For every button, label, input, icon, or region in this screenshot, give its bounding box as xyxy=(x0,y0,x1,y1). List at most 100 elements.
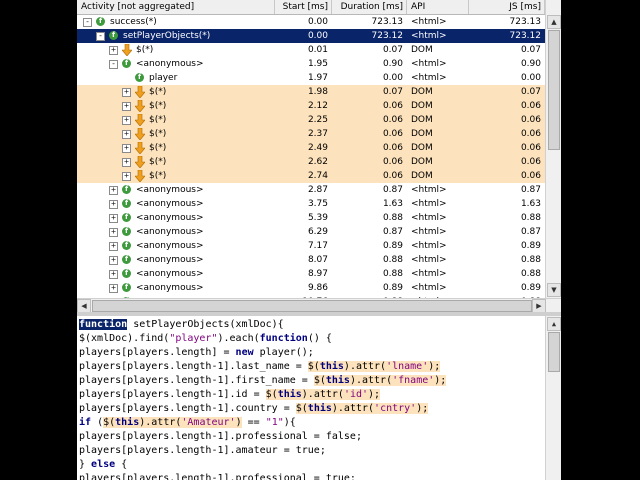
function-icon: f xyxy=(122,283,131,292)
profiler-window: Activity [not aggregated] Start [ms] Dur… xyxy=(77,0,561,480)
column-duration[interactable]: Duration [ms] xyxy=(332,0,407,14)
scroll-right-button[interactable]: ▶ xyxy=(532,299,546,313)
cell-api: DOM xyxy=(411,129,433,139)
cell-duration: 0.06 xyxy=(382,129,403,139)
tree-row[interactable]: + $(*) 2.25 0.06 DOM 0.06 xyxy=(77,113,545,127)
code-token: this xyxy=(277,389,302,400)
cell-js: 0.87 xyxy=(520,185,541,195)
column-js[interactable]: JS [ms] xyxy=(469,0,545,14)
expand-icon[interactable]: + xyxy=(109,270,118,279)
tree-row[interactable]: + f <anonymous> 2.87 0.87 <html> 0.87 xyxy=(77,183,545,197)
source-code-pane[interactable]: function setPlayerObjects(xmlDoc){$(xmlD… xyxy=(77,316,561,480)
activity-name: $(*) xyxy=(149,157,167,167)
tree-row[interactable]: f player 1.97 0.00 <html> 0.00 xyxy=(77,71,545,85)
scroll-down-button[interactable]: ▼ xyxy=(547,283,561,297)
expand-icon[interactable]: + xyxy=(109,228,118,237)
dom-arrow-icon xyxy=(135,142,145,154)
code-token: ); xyxy=(434,375,447,386)
tree-row[interactable]: + $(*) 2.37 0.06 DOM 0.06 xyxy=(77,127,545,141)
expand-icon[interactable]: + xyxy=(122,130,131,139)
cell-js: 0.88 xyxy=(520,255,541,265)
collapse-icon[interactable]: - xyxy=(96,32,105,41)
horizontal-scrollbar[interactable]: ◀ ▶ xyxy=(77,298,561,313)
horizontal-scroll-thumb[interactable] xyxy=(92,300,532,312)
tree-row[interactable]: - f <anonymous> 1.95 0.90 <html> 0.90 xyxy=(77,57,545,71)
function-icon: f xyxy=(122,255,131,264)
tree-row[interactable]: - f setPlayerObjects(*) 0.00 723.12 <html> 723… xyxy=(77,29,545,43)
collapse-icon[interactable]: - xyxy=(83,18,92,27)
cell-start: 0.00 xyxy=(307,31,328,41)
code-scroll-thumb[interactable] xyxy=(548,332,560,372)
tree-row[interactable]: + $(*) 2.74 0.06 DOM 0.06 xyxy=(77,169,545,183)
code-token: ); xyxy=(428,361,441,372)
cell-api: <html> xyxy=(411,283,447,293)
tree-row[interactable]: + f <anonymous> 3.75 1.63 <html> 1.63 xyxy=(77,197,545,211)
function-icon: f xyxy=(122,185,131,194)
expand-icon[interactable]: + xyxy=(122,102,131,111)
cell-start: 1.97 xyxy=(307,73,328,83)
expand-icon[interactable]: + xyxy=(122,172,131,181)
code-token: ).attr( xyxy=(331,403,375,414)
column-start[interactable]: Start [ms] xyxy=(275,0,332,14)
scroll-up-button[interactable]: ▲ xyxy=(547,15,561,29)
cell-duration: 0.87 xyxy=(382,185,403,195)
cell-duration: 0.88 xyxy=(382,213,403,223)
column-api[interactable]: API xyxy=(407,0,469,14)
tree-row[interactable]: + $(*) 2.62 0.06 DOM 0.06 xyxy=(77,155,545,169)
tree-row[interactable]: + f <anonymous> 5.39 0.88 <html> 0.88 xyxy=(77,211,545,225)
tree-row[interactable]: + $(*) 2.12 0.06 DOM 0.06 xyxy=(77,99,545,113)
tree-row[interactable]: + $(*) 0.01 0.07 DOM 0.07 xyxy=(77,43,545,57)
cell-js: 723.13 xyxy=(509,17,542,27)
function-icon: f xyxy=(122,269,131,278)
cell-duration: 0.07 xyxy=(382,45,403,55)
expand-icon[interactable]: + xyxy=(109,256,118,265)
tree-row[interactable]: + $(*) 2.49 0.06 DOM 0.06 xyxy=(77,141,545,155)
collapse-icon[interactable]: - xyxy=(109,60,118,69)
cell-start: 8.97 xyxy=(307,269,328,279)
expand-icon[interactable]: + xyxy=(109,200,118,209)
cell-start: 2.49 xyxy=(307,143,328,153)
dom-arrow-icon xyxy=(135,156,145,168)
cell-duration: 1.63 xyxy=(382,199,403,209)
cell-js: 0.88 xyxy=(520,269,541,279)
code-token: function xyxy=(79,319,128,330)
expand-icon[interactable]: + xyxy=(109,46,118,55)
code-token: this xyxy=(319,361,344,372)
cell-js: 723.12 xyxy=(509,31,542,41)
tree-row[interactable]: + $(*) 1.98 0.07 DOM 0.07 xyxy=(77,85,545,99)
vertical-scroll-thumb[interactable] xyxy=(548,30,560,150)
tree-row[interactable]: + f <anonymous> 8.97 0.88 <html> 0.88 xyxy=(77,267,545,281)
vertical-scrollbar[interactable]: ▲ ▼ xyxy=(545,0,561,298)
code-token: players[players.length-1].last_name = xyxy=(79,361,308,372)
cell-api: <html> xyxy=(411,73,447,83)
expand-icon[interactable]: + xyxy=(122,144,131,153)
tree-row[interactable]: - f success(*) 0.00 723.13 <html> 723.13 xyxy=(77,15,545,29)
code-token: else xyxy=(91,459,116,470)
expand-icon[interactable]: + xyxy=(109,186,118,195)
code-scroll-up-button[interactable]: ▲ xyxy=(547,317,561,331)
code-token: $( xyxy=(265,389,278,400)
activity-name: $(*) xyxy=(149,87,167,97)
code-line: if ($(this).attr('Amateur') == "1"){ xyxy=(79,416,296,430)
scroll-left-button[interactable]: ◀ xyxy=(77,299,91,313)
tree-row[interactable]: + f <anonymous> 7.17 0.89 <html> 0.89 xyxy=(77,239,545,253)
code-vertical-scrollbar[interactable]: ▲ xyxy=(545,316,561,480)
code-token: ); xyxy=(368,389,381,400)
expand-icon[interactable]: + xyxy=(122,88,131,97)
cell-start: 2.62 xyxy=(307,157,328,167)
expand-icon[interactable]: + xyxy=(109,284,118,293)
expand-icon[interactable]: + xyxy=(122,116,131,125)
code-token: } xyxy=(79,459,92,470)
dom-arrow-icon xyxy=(135,128,145,140)
tree-row[interactable]: + f <anonymous> 9.86 0.89 <html> 0.89 xyxy=(77,281,545,295)
tree-row[interactable]: + f <anonymous> 6.29 0.87 <html> 0.87 xyxy=(77,225,545,239)
code-token: "1" xyxy=(265,417,284,428)
cell-js: 0.06 xyxy=(520,157,541,167)
column-activity[interactable]: Activity [not aggregated] xyxy=(77,0,275,14)
activity-name: <anonymous> xyxy=(136,213,204,223)
tree-row[interactable]: + f <anonymous> 8.07 0.88 <html> 0.88 xyxy=(77,253,545,267)
code-line: players[players.length-1].first_name = $… xyxy=(79,374,447,388)
expand-icon[interactable]: + xyxy=(109,214,118,223)
expand-icon[interactable]: + xyxy=(109,242,118,251)
expand-icon[interactable]: + xyxy=(122,158,131,167)
